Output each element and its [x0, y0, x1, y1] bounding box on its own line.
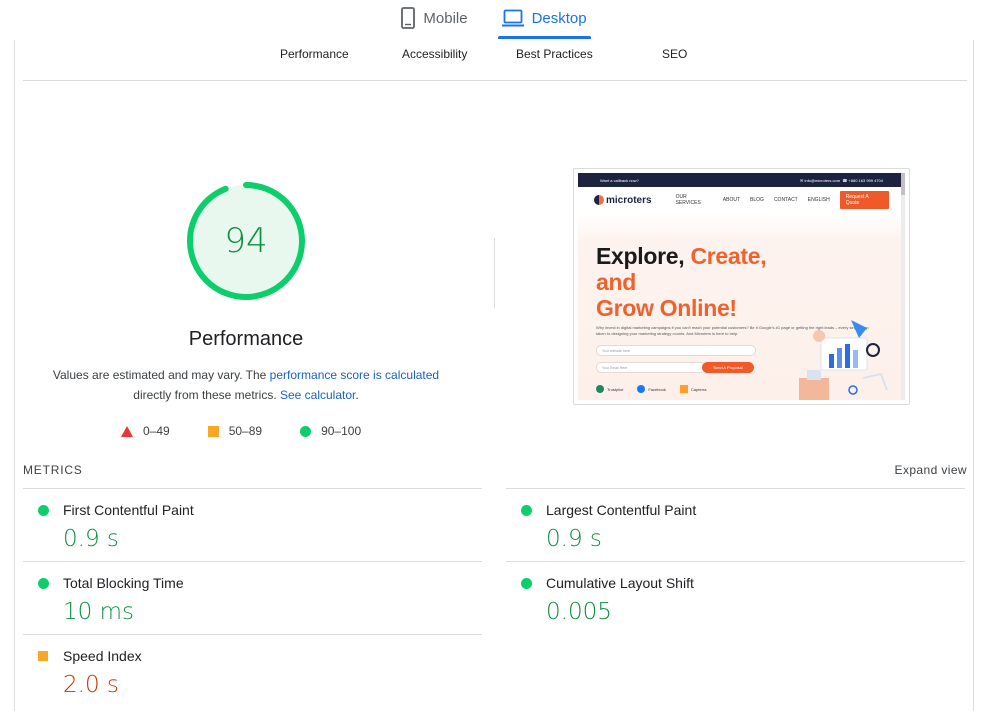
score-legend: 0–49 50–89 90–100: [121, 424, 399, 438]
category-tabs: Performance Accessibility Best Practices…: [23, 40, 967, 81]
site-website-input: Your website here: [596, 345, 756, 356]
metrics-header: METRICS Expand view: [23, 463, 967, 477]
average-square-icon: [38, 651, 48, 661]
site-logo-text: microters: [606, 194, 652, 206]
legend-average: 50–89: [207, 424, 263, 438]
site-badge-label: Capterra: [690, 386, 707, 392]
site-topbar: Want a callback now? ✉ info@microters.co…: [578, 173, 905, 187]
desc-mid: directly from these metrics.: [133, 388, 280, 402]
site-topbar-email: info@microters.com: [804, 177, 841, 183]
site-email-input: Your Email Here: [596, 362, 706, 373]
logo-icon: [594, 195, 604, 205]
triangle-icon: [121, 425, 133, 437]
site-nav-item: BLOG: [750, 197, 764, 203]
site-form-row: Your Email Here Send A Proposal: [596, 362, 796, 373]
metric-label: Cumulative Layout Shift: [546, 575, 694, 591]
site-headline-3: Grow Online!: [596, 295, 737, 321]
tab-mobile[interactable]: Mobile: [399, 0, 469, 36]
tab-best-practices[interactable]: Best Practices: [516, 47, 593, 61]
metric-value: 0.005: [546, 599, 612, 625]
site-badge-label: Trustpilot: [607, 386, 624, 392]
final-screenshot[interactable]: Want a callback now? ✉ info@microters.co…: [573, 168, 910, 405]
metric-total-blocking-time: Total Blocking Time 10 ms: [23, 561, 482, 634]
site-badge-trustpilot: Trustpilot: [596, 385, 623, 393]
site-badge-capterra: Capterra: [679, 385, 707, 393]
phone-icon: [401, 7, 416, 29]
legend-pass-range: 90–100: [321, 424, 362, 438]
metric-value: 0.9 s: [63, 526, 119, 552]
site-topbar-callback: Want a callback now?: [600, 177, 639, 183]
metric-value: 10 ms: [63, 599, 134, 625]
see-calculator-link[interactable]: See calculator: [280, 388, 355, 402]
desc-prefix: Values are estimated and may vary. The: [52, 368, 270, 382]
pass-circle-icon: [38, 505, 49, 516]
metric-label: Speed Index: [63, 648, 142, 664]
site-badges: Trustpilot Facebook Capterra: [596, 385, 796, 393]
site-scrollbar: [901, 173, 905, 400]
pass-circle-icon: [521, 578, 532, 589]
site-badge-label: Facebook: [648, 386, 666, 392]
site-headline-1: Explore,: [596, 243, 685, 269]
site-headline: Explore, Create, and Grow Online!: [596, 243, 796, 321]
performance-score-link[interactable]: performance score is calculated: [270, 368, 439, 382]
site-topbar-contact: ✉ info@microters.com ☎ +880 163 999 4704: [800, 178, 883, 183]
square-icon: [207, 425, 219, 437]
site-proposal-button: Send A Proposal: [702, 362, 754, 373]
capterra-icon: [679, 385, 688, 393]
legend-fail: 0–49: [121, 424, 170, 438]
pass-circle-icon: [521, 505, 532, 516]
gauge-score: 94: [224, 221, 268, 261]
site-nav-item: OUR SERVICES: [675, 194, 701, 206]
site-cta: Request A Quote: [839, 191, 889, 209]
laptop-icon: [501, 9, 524, 27]
tab-desktop[interactable]: Desktop: [497, 0, 591, 39]
site-nav: microters OUR SERVICES ABOUT BLOG CONTAC…: [578, 187, 905, 213]
pass-circle-icon: [38, 578, 49, 589]
expand-view-toggle[interactable]: Expand view: [895, 463, 967, 477]
site-logo: microters: [594, 195, 652, 206]
section-divider: [494, 238, 495, 308]
tab-desktop-label: Desktop: [531, 9, 587, 27]
site-topbar-phone: +880 163 999 4704: [848, 177, 883, 183]
gauge-title: Performance: [188, 328, 304, 350]
tab-mobile-label: Mobile: [423, 9, 468, 27]
metric-label: Total Blocking Time: [63, 575, 184, 591]
site-nav-item: ABOUT: [722, 197, 741, 203]
metric-largest-contentful-paint: Largest Contentful Paint 0.9 s: [506, 488, 965, 561]
legend-average-range: 50–89: [228, 424, 263, 438]
screenshot-content: Want a callback now? ✉ info@microters.co…: [578, 173, 905, 400]
tab-accessibility[interactable]: Accessibility: [402, 47, 467, 61]
metric-label: Largest Contentful Paint: [546, 502, 697, 518]
legend-pass: 90–100: [300, 424, 361, 438]
gauge-description: Values are estimated and may vary. The p…: [35, 365, 457, 405]
metrics-title: METRICS: [23, 463, 83, 477]
report-card: Performance Accessibility Best Practices…: [14, 40, 974, 711]
site-badge-facebook: Facebook: [637, 385, 666, 393]
metric-value: 2.0 s: [63, 672, 119, 698]
tab-performance[interactable]: Performance: [280, 47, 349, 61]
site-nav-item: CONTACT: [773, 197, 798, 203]
legend-fail-range: 0–49: [143, 424, 170, 438]
site-nav-item: ENGLISH: [807, 197, 830, 203]
site-illustration: [799, 320, 888, 400]
desc-suffix: .: [355, 388, 359, 402]
tab-seo[interactable]: SEO: [662, 47, 687, 61]
site-hero: Explore, Create, and Grow Online! Why in…: [596, 243, 869, 393]
metric-label: First Contentful Paint: [63, 502, 194, 518]
facebook-icon: [637, 385, 646, 393]
metric-first-contentful-paint: First Contentful Paint 0.9 s: [23, 488, 482, 561]
metric-value: 0.9 s: [546, 526, 602, 552]
device-tabs: Mobile Desktop: [0, 0, 988, 40]
metric-cumulative-layout-shift: Cumulative Layout Shift 0.005: [506, 561, 965, 634]
metric-speed-index: Speed Index 2.0 s: [23, 634, 482, 707]
trustpilot-icon: [596, 385, 604, 393]
performance-gauge: 94: [185, 180, 307, 302]
circle-icon: [300, 425, 312, 437]
